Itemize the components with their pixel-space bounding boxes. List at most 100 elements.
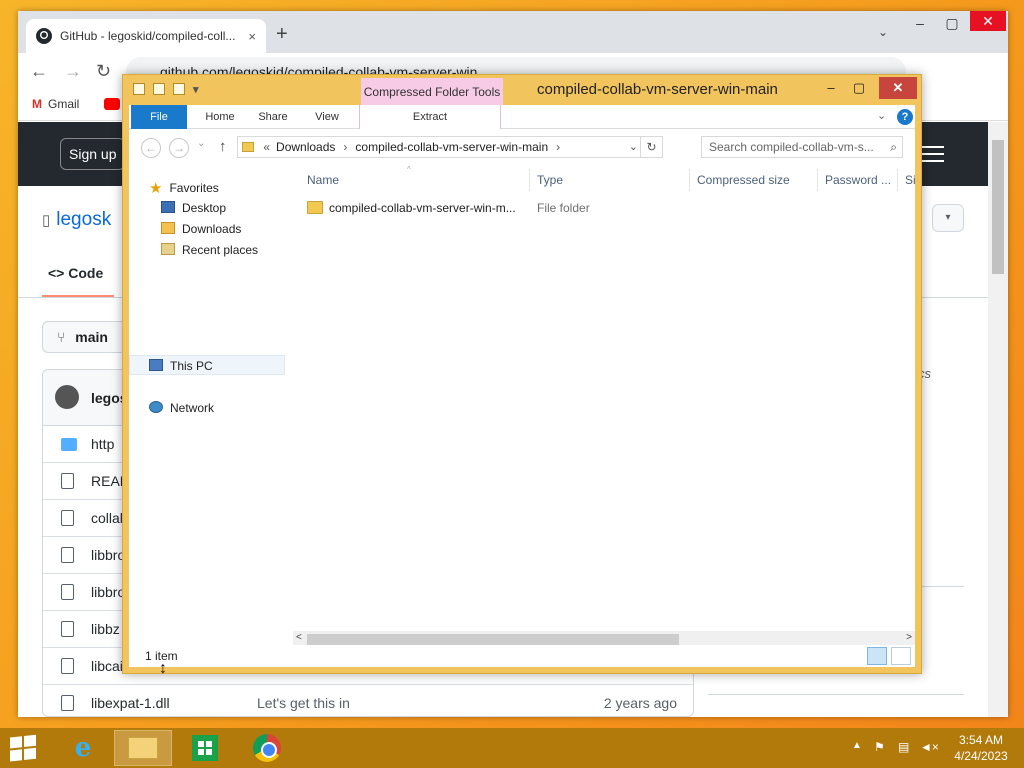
repo-owner[interactable]: legosk (56, 209, 111, 230)
repo-dropdown-button[interactable]: ▾ (932, 204, 964, 232)
nav-downloads[interactable]: Downloads (161, 222, 241, 236)
column-divider[interactable] (897, 169, 898, 191)
tab-file[interactable]: File (131, 105, 187, 129)
scrollbar-thumb[interactable] (307, 634, 679, 645)
breadcrumb-downloads[interactable]: Downloads (276, 140, 335, 154)
system-clock[interactable]: 3:54 AM 4/24/2023 (946, 732, 1016, 764)
tab-close-icon[interactable]: × (248, 29, 256, 44)
column-divider[interactable] (529, 169, 530, 191)
recent-locations-icon[interactable]: ⌄ (197, 138, 205, 149)
properties-icon[interactable] (153, 83, 165, 95)
tab-home[interactable]: Home (195, 105, 245, 129)
scrollbar-thumb[interactable] (992, 140, 1004, 274)
nav-favorites-label: Favorites (169, 181, 219, 195)
column-divider[interactable] (817, 169, 818, 191)
network-icon (149, 401, 163, 413)
explorer-titlebar[interactable]: ▾ Compressed Folder Tools compiled-colla… (123, 75, 921, 106)
back-button[interactable]: ← (141, 138, 161, 158)
column-type[interactable]: Type (537, 173, 563, 187)
new-folder-icon[interactable] (173, 83, 185, 95)
branch-selector[interactable]: ⑂ main (42, 321, 132, 353)
column-password[interactable]: Password ... (825, 173, 891, 187)
sign-up-button[interactable]: Sign up (60, 138, 126, 170)
taskbar-internet-explorer[interactable]: e (54, 730, 112, 766)
start-button[interactable] (10, 734, 38, 762)
taskbar-store[interactable] (176, 730, 234, 766)
volume-muted-icon[interactable]: ◄× (920, 740, 939, 754)
search-icon[interactable]: ⌕ (890, 137, 897, 157)
forward-arrow-icon[interactable]: → (64, 61, 82, 82)
minimize-button[interactable]: – (817, 77, 845, 99)
ribbon-expand-icon[interactable]: ⌄ (877, 109, 886, 122)
file-name[interactable]: libexpat-1.dll (91, 695, 170, 711)
close-button[interactable]: ✕ (879, 77, 917, 99)
tab-code[interactable]: <> Code (48, 265, 103, 281)
file-name[interactable]: libbro (91, 584, 125, 600)
file-name[interactable]: libbz (91, 621, 120, 637)
help-icon[interactable]: ? (897, 109, 913, 125)
repo-title[interactable]: ▯ legosk (42, 209, 111, 231)
file-age: 2 years ago (603, 695, 677, 711)
bookmark-gmail[interactable]: M Gmail (32, 97, 79, 111)
star-icon: ★ (149, 180, 163, 197)
refresh-icon[interactable]: ↻ (640, 137, 662, 157)
address-dropdown-icon[interactable]: ⌄ (629, 137, 638, 157)
chrome-close-button[interactable]: ✕ (970, 11, 1006, 31)
youtube-icon[interactable] (104, 98, 120, 110)
qat-dropdown-icon[interactable]: ▾ (193, 83, 199, 96)
file-msg[interactable]: Let's get this in (257, 695, 350, 711)
page-scrollbar[interactable] (988, 122, 1008, 717)
maximize-button[interactable]: ▢ (845, 77, 873, 99)
tab-extract[interactable]: Extract (359, 105, 501, 129)
back-arrow-icon[interactable]: ← (30, 61, 48, 82)
tab-view[interactable]: View (305, 105, 349, 129)
item-name: compiled-collab-vm-server-win-m... (329, 201, 516, 215)
column-size[interactable]: Si (905, 173, 916, 187)
chrome-maximize-button[interactable]: ▢ (938, 15, 966, 32)
forward-button[interactable]: → (169, 138, 189, 158)
nav-recent-places[interactable]: Recent places (161, 243, 258, 257)
list-item[interactable]: compiled-collab-vm-server-win-m... File … (293, 197, 915, 219)
action-center-flag-icon[interactable]: ⚑ (874, 740, 885, 754)
reload-icon[interactable]: ↻ (96, 61, 111, 82)
nav-desktop[interactable]: Desktop (161, 201, 226, 215)
ribbon-tabs: File Home Share View Extract ⌄ ? (129, 105, 915, 129)
nav-network[interactable]: Network (149, 401, 214, 415)
breadcrumb-overflow[interactable]: « (263, 140, 270, 154)
file-name[interactable]: libcai (91, 658, 123, 674)
details-view-icon[interactable] (867, 647, 887, 665)
file-name[interactable]: libbro (91, 547, 125, 563)
network-status-icon[interactable]: ▤ (898, 740, 909, 754)
file-name[interactable]: http (91, 436, 114, 452)
tray-overflow-icon[interactable]: ▲ (852, 740, 862, 751)
avatar[interactable] (55, 385, 79, 409)
taskbar-file-explorer[interactable] (114, 730, 172, 766)
nav-favorites[interactable]: ★ Favorites (149, 179, 219, 197)
search-input[interactable]: Search compiled-collab-vm-s... ⌕ (701, 136, 903, 158)
hamburger-menu-icon[interactable] (922, 146, 944, 162)
large-icons-view-icon[interactable] (891, 647, 911, 665)
folder-icon[interactable] (133, 83, 145, 95)
chrome-minimize-button[interactable]: – (906, 15, 934, 31)
column-divider[interactable] (689, 169, 690, 191)
nav-downloads-label: Downloads (182, 222, 242, 236)
scroll-left-icon[interactable]: < (296, 632, 302, 643)
table-row[interactable]: libexpat-1.dll Let's get this in 2 years a… (43, 685, 693, 716)
scroll-right-icon[interactable]: > (906, 632, 912, 643)
tab-search-icon[interactable]: ⌄ (878, 25, 888, 39)
column-compressed-size[interactable]: Compressed size (697, 173, 790, 187)
tab-share[interactable]: Share (251, 105, 295, 129)
column-name[interactable]: Name (307, 173, 339, 187)
nav-this-pc[interactable]: This PC (149, 359, 213, 373)
breadcrumb-separator[interactable]: › (343, 140, 347, 154)
breadcrumb-current[interactable]: compiled-collab-vm-server-win-main (355, 140, 548, 154)
tab-code-label: Code (68, 265, 104, 281)
explorer-window: ▾ Compressed Folder Tools compiled-colla… (122, 74, 922, 674)
browser-tab-github[interactable]: GitHub - legoskid/compiled-coll... × (26, 19, 266, 53)
breadcrumb-separator[interactable]: › (556, 140, 560, 154)
file-name[interactable]: collal (91, 510, 123, 526)
taskbar-chrome[interactable] (238, 730, 296, 766)
new-tab-button[interactable]: + (276, 23, 288, 46)
up-arrow-icon[interactable]: ↑ (219, 138, 227, 155)
address-breadcrumb[interactable]: « Downloads › compiled-collab-vm-server-win… (237, 136, 663, 158)
